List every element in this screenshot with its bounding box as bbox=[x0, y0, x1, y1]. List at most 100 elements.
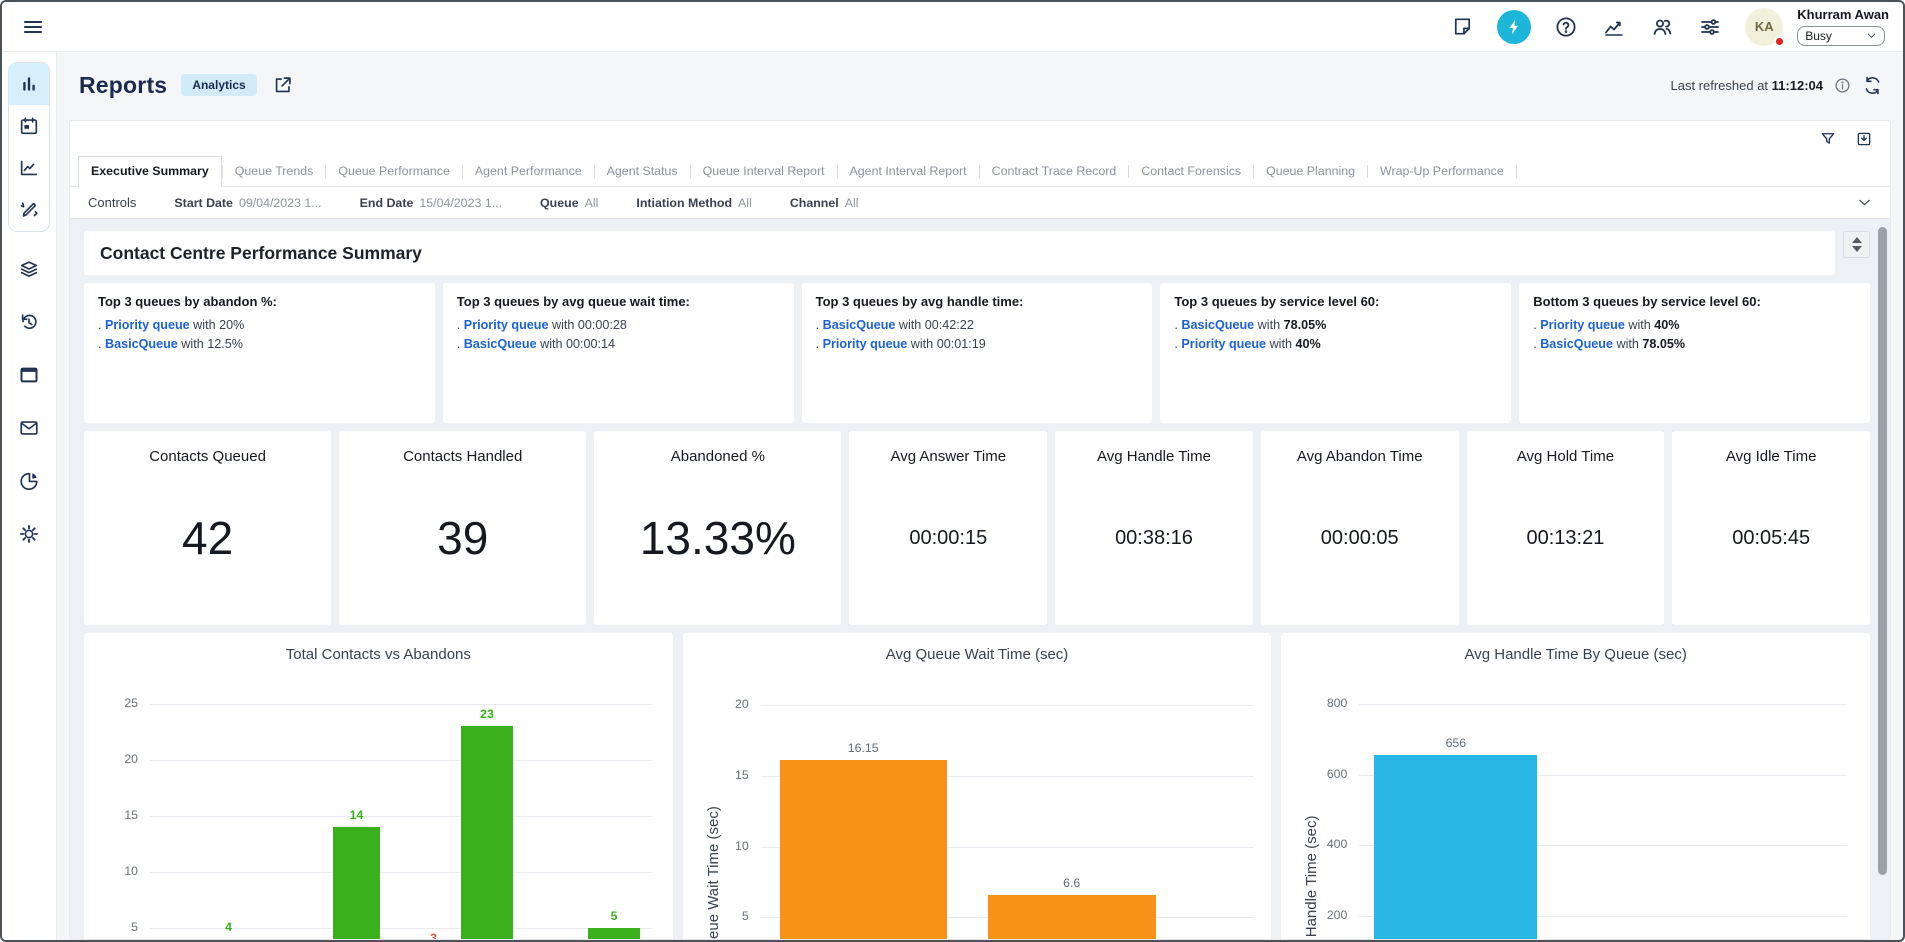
queue-link[interactable]: BasicQueue bbox=[105, 337, 178, 351]
kpi-title: Avg Idle Time bbox=[1726, 448, 1817, 465]
tab-agent-status[interactable]: Agent Status bbox=[595, 157, 690, 186]
y-tick-label: 600 bbox=[1301, 767, 1347, 781]
insight-cards-row: Top 3 queues by abandon %:. Priority que… bbox=[84, 283, 1870, 423]
filter-funnel-icon[interactable] bbox=[1818, 129, 1838, 149]
queue-link[interactable]: BasicQueue bbox=[1181, 318, 1254, 332]
y-axis-label: Avg Handle Time (sec) bbox=[1303, 816, 1320, 939]
chart-card-total-contacts-vs-abandons: Total Contacts vs Abandons25201510541432… bbox=[84, 633, 673, 939]
sidebar-item-window[interactable] bbox=[9, 354, 49, 396]
export-download-icon[interactable] bbox=[1854, 129, 1874, 149]
external-link-icon[interactable] bbox=[271, 73, 295, 97]
controls-expand-chevron-icon[interactable] bbox=[1857, 195, 1872, 210]
bar[interactable] bbox=[1374, 755, 1537, 939]
insight-item: . Priority queue with 00:00:28 bbox=[457, 316, 780, 335]
scroll-spinner[interactable] bbox=[1843, 231, 1870, 258]
bar-value-label: 14 bbox=[313, 808, 400, 822]
queue-link[interactable]: Priority queue bbox=[1540, 318, 1625, 332]
bar-value-label: 16.15 bbox=[760, 741, 967, 755]
pie-chart-icon bbox=[18, 470, 40, 492]
vertical-scrollbar[interactable] bbox=[1878, 227, 1887, 875]
queue-link[interactable]: Priority queue bbox=[1181, 337, 1266, 351]
bar[interactable] bbox=[780, 760, 947, 940]
spinner-down-icon[interactable] bbox=[1852, 246, 1862, 252]
bar[interactable] bbox=[461, 726, 513, 939]
avatar-initials: KA bbox=[1755, 19, 1774, 34]
filter-start-date[interactable]: Start Date09/04/2023 1... bbox=[174, 196, 321, 210]
y-tick-label: 800 bbox=[1301, 696, 1347, 710]
tab-executive-summary[interactable]: Executive Summary bbox=[78, 156, 222, 187]
queue-link[interactable]: Priority queue bbox=[464, 318, 549, 332]
insight-card: Top 3 queues by abandon %:. Priority que… bbox=[84, 283, 435, 423]
agents-icon[interactable] bbox=[1649, 14, 1675, 40]
sidebar-item-analyses[interactable] bbox=[9, 147, 49, 189]
sidebar-item-pie-chart[interactable] bbox=[9, 460, 49, 502]
filter-end-date[interactable]: End Date15/04/2023 1... bbox=[360, 196, 502, 210]
queue-link[interactable]: BasicQueue bbox=[1540, 337, 1613, 351]
tab-contract-trace-record[interactable]: Contract Trace Record bbox=[980, 157, 1129, 186]
preferences-icon[interactable] bbox=[1697, 14, 1723, 40]
tab-contact-forensics[interactable]: Contact Forensics bbox=[1129, 157, 1253, 186]
gridline bbox=[150, 760, 652, 761]
user-name: Khurram Awan bbox=[1797, 7, 1889, 23]
refresh-icon[interactable] bbox=[1862, 75, 1883, 96]
avatar[interactable]: KA bbox=[1745, 8, 1783, 46]
datasets-icon bbox=[18, 258, 40, 280]
last-refreshed-time: 11:12:04 bbox=[1772, 78, 1823, 93]
insight-item: . BasicQueue with 12.5% bbox=[98, 335, 421, 354]
analyses-icon bbox=[18, 157, 40, 179]
quicksight-bolt-icon[interactable] bbox=[1497, 10, 1531, 44]
sidebar-item-calendar[interactable] bbox=[9, 105, 49, 147]
y-tick-label: 10 bbox=[92, 864, 138, 878]
queue-link[interactable]: BasicQueue bbox=[464, 337, 537, 351]
controls-label: Controls bbox=[88, 195, 136, 210]
sidebar-item-datasets[interactable] bbox=[9, 248, 49, 290]
tab-queue-planning[interactable]: Queue Planning bbox=[1254, 157, 1367, 186]
kpi-title: Contacts Queued bbox=[149, 448, 266, 465]
tab-separator bbox=[1516, 165, 1517, 178]
tab-agent-performance[interactable]: Agent Performance bbox=[463, 157, 594, 186]
sidebar-item-recent[interactable] bbox=[9, 301, 49, 343]
tab-wrap-up-performance[interactable]: Wrap-Up Performance bbox=[1368, 157, 1516, 186]
filter-channel[interactable]: ChannelAll bbox=[790, 196, 859, 210]
menu-icon[interactable] bbox=[16, 10, 50, 44]
spinner-up-icon[interactable] bbox=[1852, 237, 1862, 243]
filter-intiation-method[interactable]: Intiation MethodAll bbox=[636, 196, 751, 210]
sidebar-item-design[interactable] bbox=[9, 189, 49, 231]
usage-metrics-icon[interactable] bbox=[1601, 14, 1627, 40]
sidebar-item-mail[interactable] bbox=[9, 407, 49, 449]
bar[interactable] bbox=[988, 895, 1156, 939]
queue-link[interactable]: BasicQueue bbox=[823, 318, 896, 332]
tab-queue-trends[interactable]: Queue Trends bbox=[223, 157, 326, 186]
kpi-value: 00:00:15 bbox=[909, 527, 987, 550]
kpi-value-wrap: 13.33% bbox=[640, 465, 796, 625]
y-tick-label: 15 bbox=[703, 768, 749, 782]
y-tick-label: 15 bbox=[92, 808, 138, 822]
sidebar-item-dashboards[interactable] bbox=[9, 63, 49, 105]
summary-heading: Contact Centre Performance Summary bbox=[100, 243, 422, 264]
gridline bbox=[150, 704, 652, 705]
kpi-card-avg-handle-time: Avg Handle Time00:38:16 bbox=[1055, 431, 1253, 625]
insight-item: . BasicQueue with 78.05% bbox=[1533, 335, 1856, 354]
bar[interactable] bbox=[588, 928, 640, 939]
kpi-value: 42 bbox=[182, 511, 233, 565]
queue-link[interactable]: Priority queue bbox=[823, 337, 908, 351]
tab-queue-performance[interactable]: Queue Performance bbox=[326, 157, 462, 186]
compose-note-icon[interactable] bbox=[1449, 14, 1475, 40]
queue-link[interactable]: Priority queue bbox=[105, 318, 190, 332]
tab-queue-interval-report[interactable]: Queue Interval Report bbox=[691, 157, 837, 186]
mail-icon bbox=[18, 417, 40, 439]
tab-agent-interval-report[interactable]: Agent Interval Report bbox=[838, 157, 979, 186]
chart-title: Total Contacts vs Abandons bbox=[84, 646, 673, 663]
kpi-title: Avg Handle Time bbox=[1097, 448, 1211, 465]
filter-queue[interactable]: QueueAll bbox=[540, 196, 598, 210]
status-select[interactable]: Busy bbox=[1797, 26, 1885, 46]
bar[interactable] bbox=[333, 827, 380, 939]
sidebar-item-settings[interactable] bbox=[9, 513, 49, 555]
sidebar-group bbox=[8, 62, 50, 232]
kpi-card-avg-answer-time: Avg Answer Time00:00:15 bbox=[849, 431, 1047, 625]
info-icon[interactable] bbox=[1834, 77, 1851, 94]
insight-card: Top 3 queues by service level 60:. Basic… bbox=[1160, 283, 1511, 423]
kpi-value: 13.33% bbox=[640, 511, 796, 565]
gridline bbox=[150, 872, 652, 873]
help-icon[interactable] bbox=[1553, 14, 1579, 40]
